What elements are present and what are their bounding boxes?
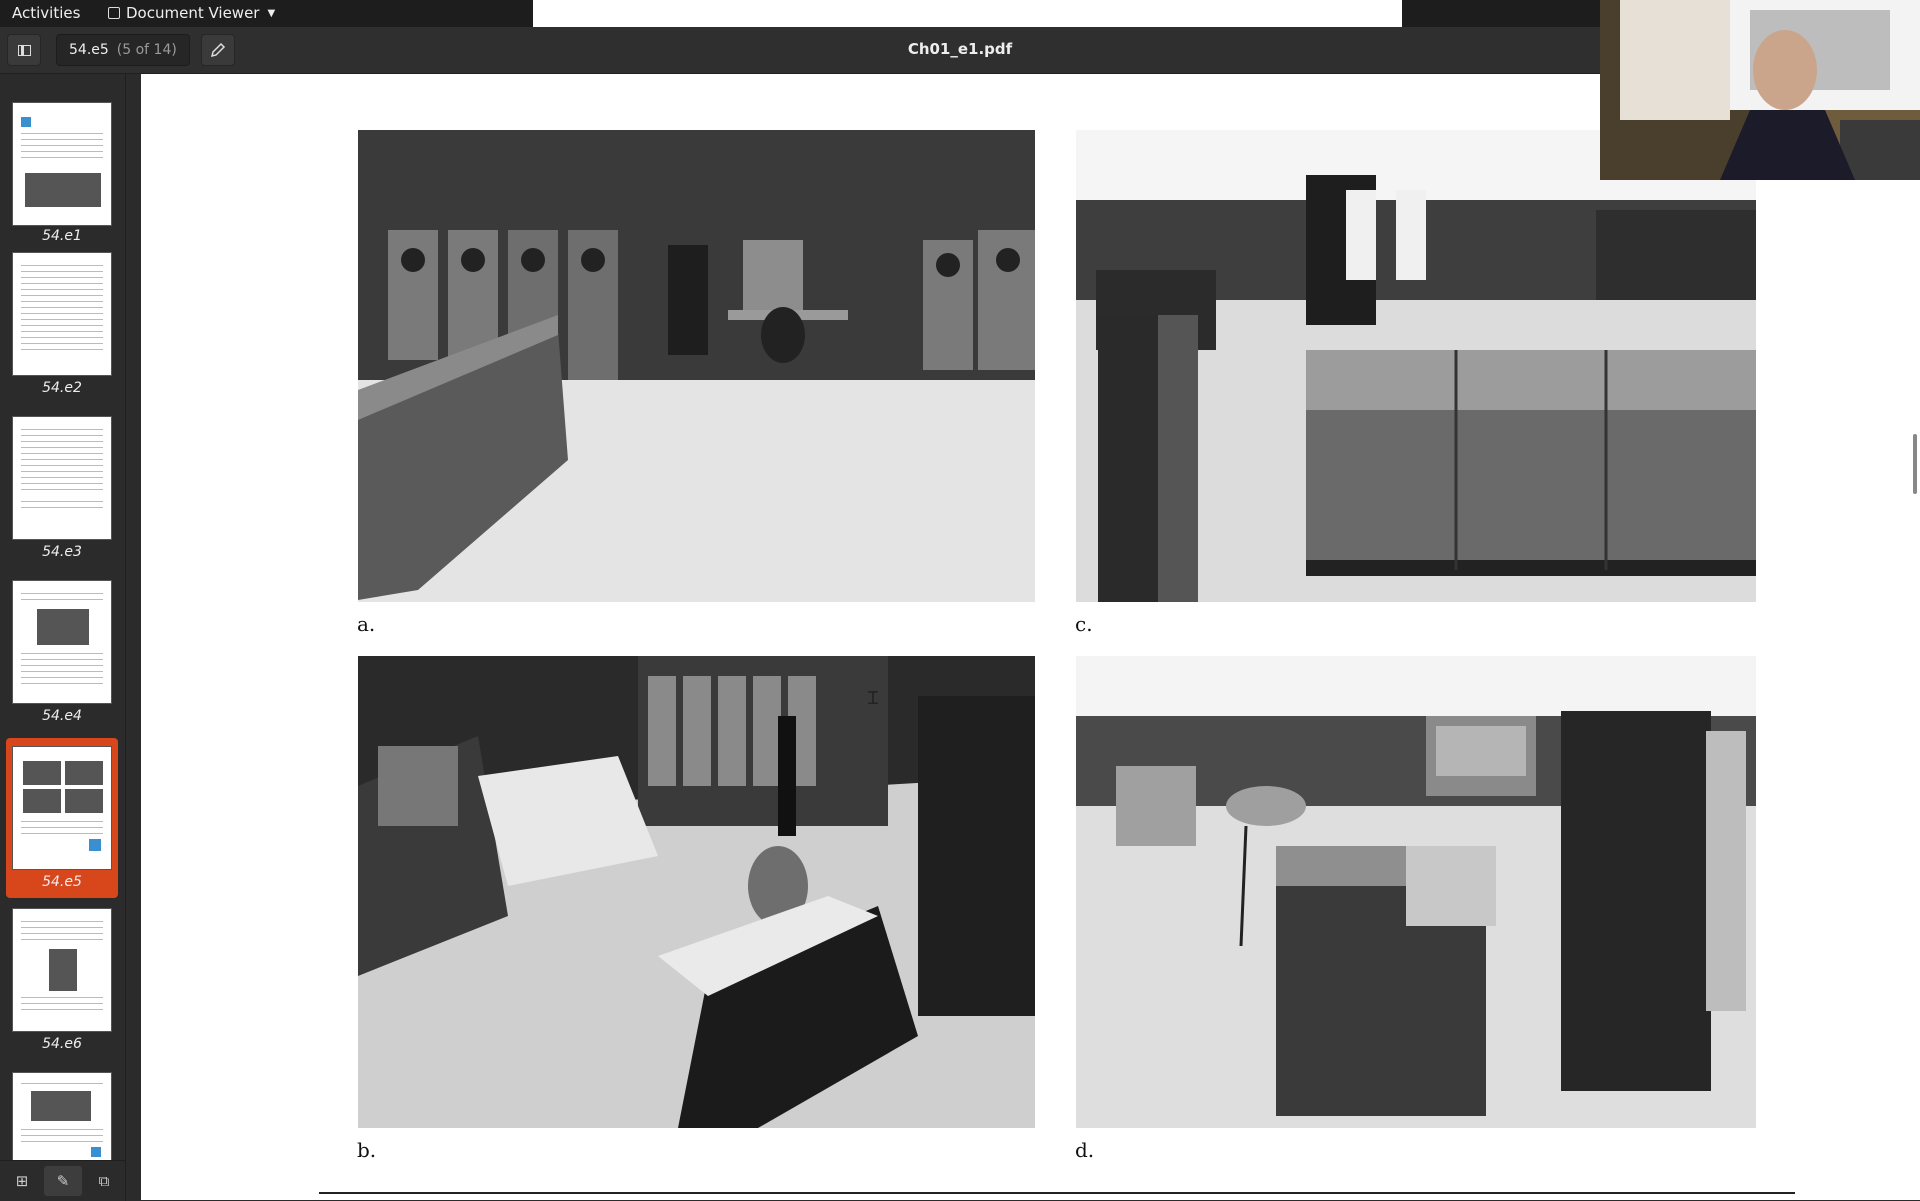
thumbnail-page[interactable]: 54.e1 (6, 88, 118, 244)
figure-photo-b (358, 656, 1035, 1128)
app-menu[interactable]: Document Viewer ▼ (108, 4, 275, 22)
caption-d: d. (1075, 1138, 1095, 1162)
thumbnail-page-selected[interactable]: 54.e5 (6, 738, 118, 898)
document-page[interactable]: a. c. b. d. Ɪ (141, 74, 1920, 1200)
page-label: 54.e5 (69, 42, 109, 58)
thumbnail-label: 54.e6 (42, 1036, 82, 1052)
app-menu-label: Document Viewer (126, 4, 260, 22)
thumbnail-image (12, 908, 112, 1032)
bookmark-icon[interactable]: ⧉ (85, 1166, 123, 1196)
thumbnail-label: 54.e5 (42, 874, 82, 890)
caption-b: b. (357, 1138, 377, 1162)
thumbnail-page[interactable]: 54.e6 (6, 908, 118, 1060)
document-viewer-icon (108, 7, 120, 19)
thumbnail-page[interactable]: 54.e3 (6, 416, 118, 568)
webcam-overlay (1600, 0, 1920, 180)
top-bar-overlay (533, 0, 1402, 27)
thumbnail-label: 54.e3 (42, 544, 82, 560)
thumbnail-label: 54.e1 (42, 228, 82, 244)
grid-icon[interactable]: ⊞ (3, 1166, 41, 1196)
caret-down-icon: ▼ (267, 7, 276, 19)
figure-photo-d (1076, 656, 1756, 1128)
figure-photo-a (358, 130, 1035, 602)
thumbnail-image (12, 746, 112, 870)
edit-icon[interactable]: ✎ (44, 1166, 82, 1196)
annotate-button[interactable] (201, 34, 235, 66)
pencil-icon (210, 42, 226, 58)
sidebar-icon (17, 44, 31, 56)
thumbnail-image (12, 580, 112, 704)
sidebar-bottom-bar: ⊞ ✎ ⧉ (0, 1160, 126, 1201)
thumbnail-image (12, 1072, 112, 1160)
thumbnail-image (12, 252, 112, 376)
caption-a: a. (357, 612, 376, 636)
thumbnail-image (12, 416, 112, 540)
thumbnail-page[interactable] (6, 1072, 118, 1160)
caption-c: c. (1075, 612, 1093, 636)
thumbnail-label: 54.e4 (42, 708, 82, 724)
page-count: (5 of 14) (116, 42, 177, 58)
thumbnail-image (12, 102, 112, 226)
activities-button[interactable]: Activities (12, 4, 80, 22)
figure-photo-c (1076, 130, 1756, 602)
thumbnail-page[interactable]: 54.e2 (6, 252, 118, 404)
page-rule (319, 1192, 1795, 1194)
sidebar-toggle-button[interactable] (7, 34, 41, 66)
thumbnail-label: 54.e2 (42, 380, 82, 396)
thumbnail-sidebar[interactable]: 54.e1 54.e2 54.e3 54.e4 54.e5 54.e6 (0, 74, 126, 1160)
thumbnail-page[interactable]: 54.e4 (6, 580, 118, 732)
text-cursor-icon: Ɪ (868, 688, 879, 709)
scrollbar[interactable] (1913, 434, 1917, 494)
page-number-entry[interactable]: 54.e5 (5 of 14) (56, 34, 190, 66)
